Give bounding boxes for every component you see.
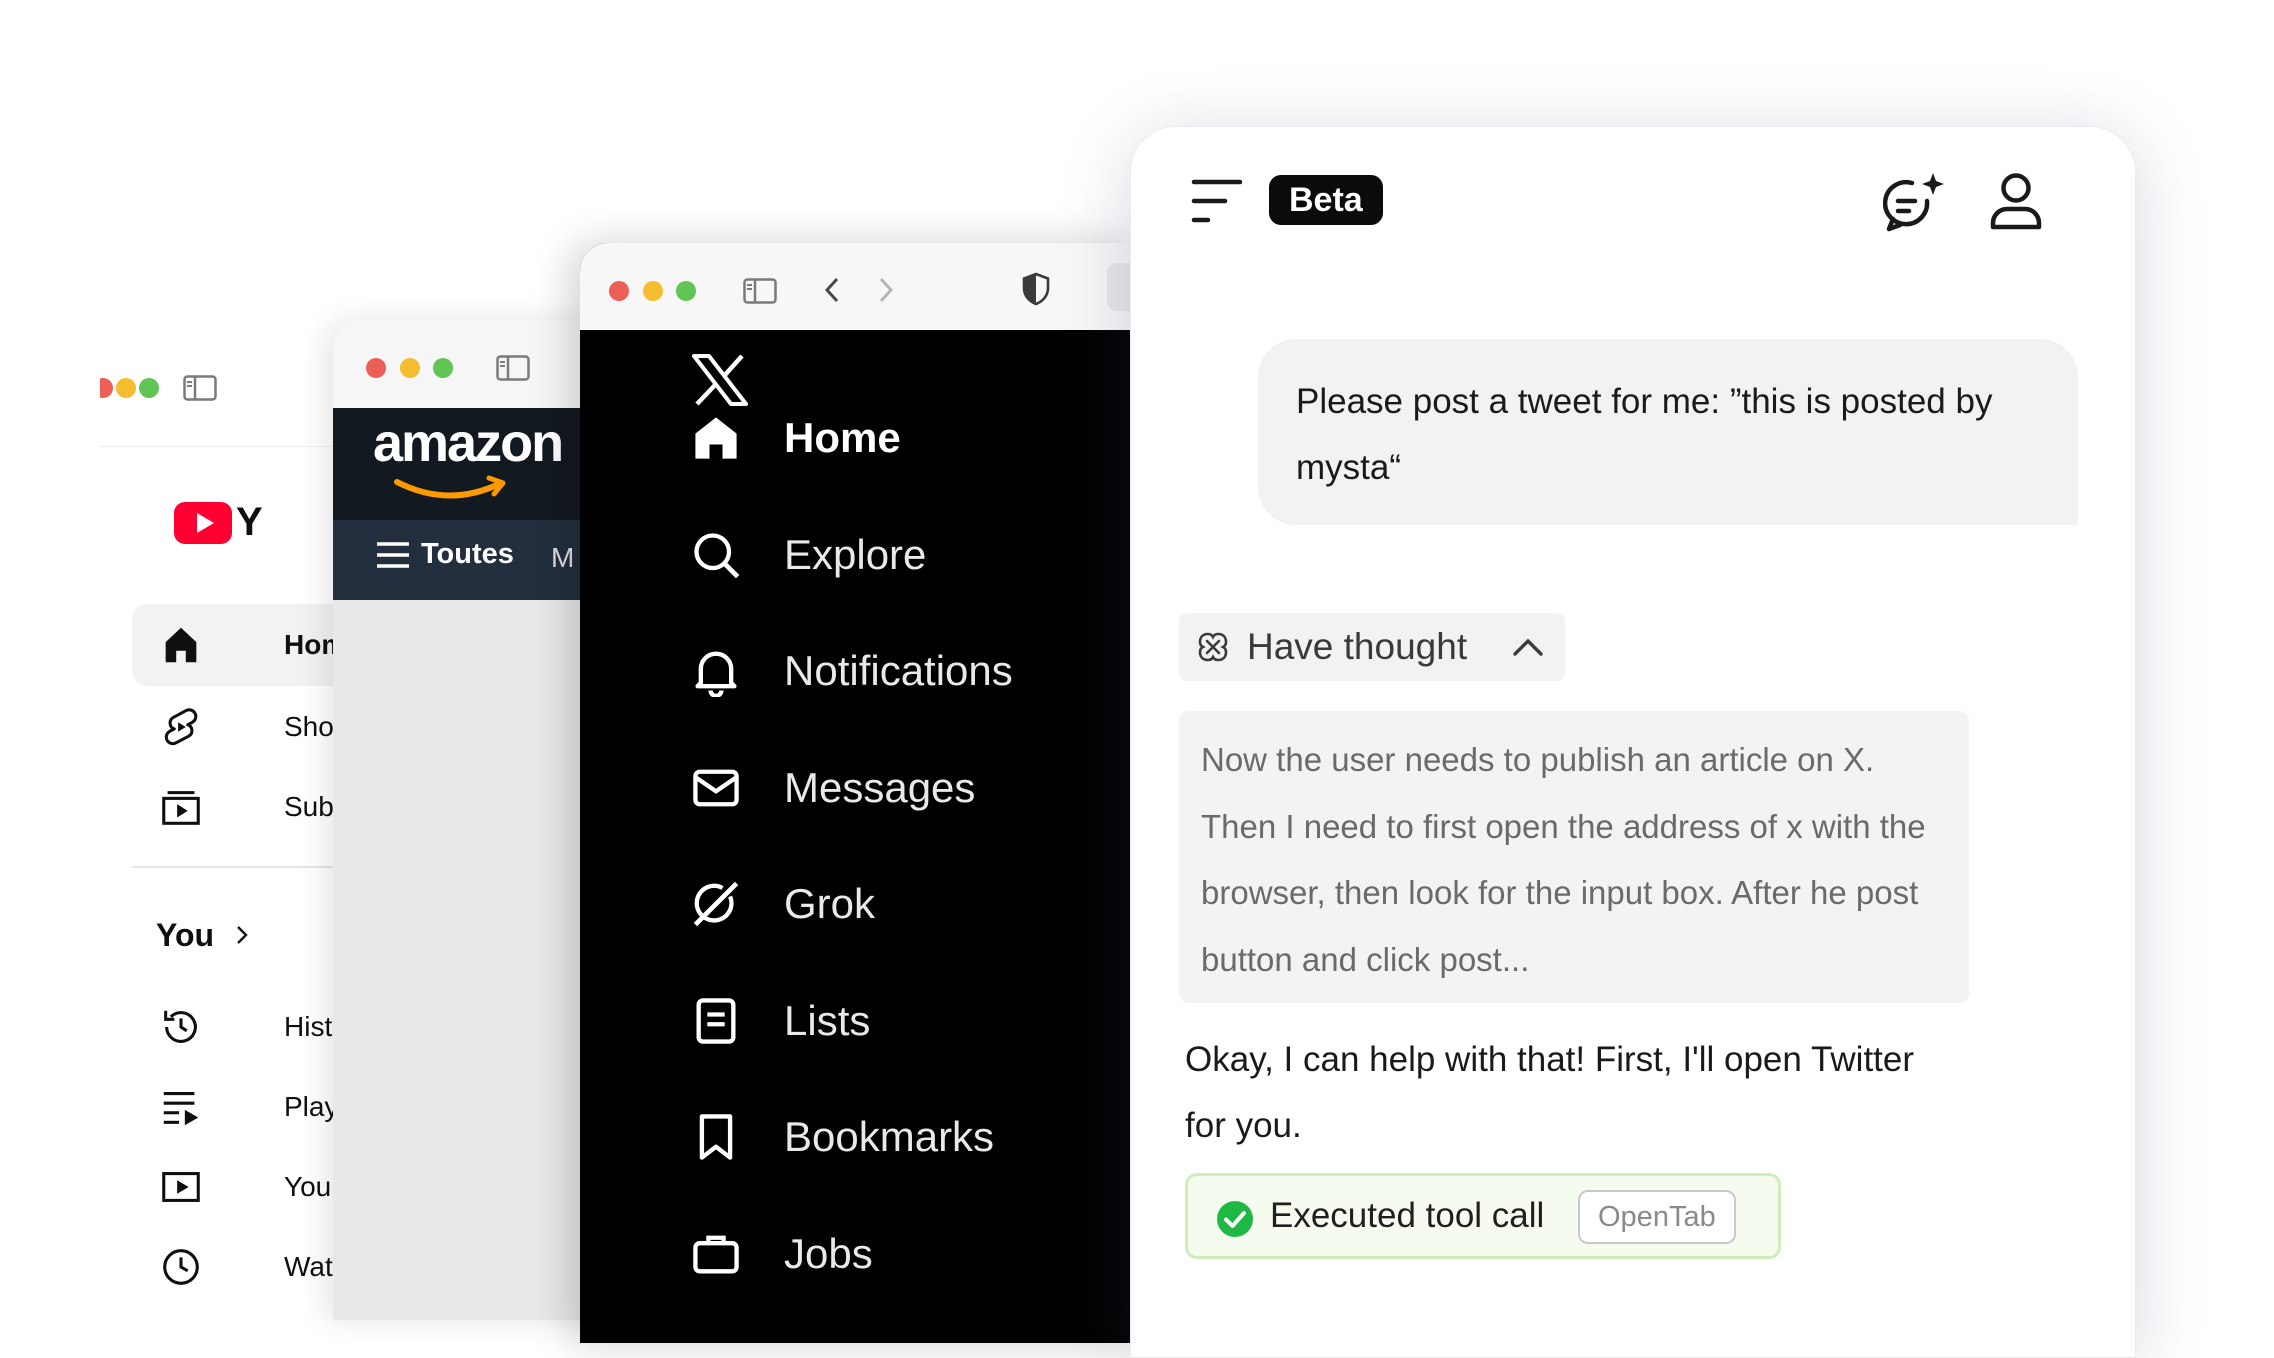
chevron-up-icon — [1513, 638, 1543, 656]
x-nav-label: Messages — [784, 764, 976, 811]
x-nav-messages[interactable]: Messages — [690, 753, 975, 823]
maximize-dot[interactable] — [433, 358, 453, 378]
thought-content: Now the user needs to publish an article… — [1179, 711, 1969, 1003]
minimize-dot[interactable] — [400, 358, 420, 378]
close-dot[interactable] — [100, 378, 113, 398]
hamburger-icon — [377, 541, 409, 568]
x-nav-label: Notifications — [784, 647, 1013, 694]
tool-name-chip: OpenTab — [1578, 1190, 1736, 1244]
list-icon — [696, 998, 736, 1044]
amazon-logo[interactable]: amazon — [373, 412, 564, 474]
user-profile-icon[interactable] — [1989, 171, 2043, 231]
yt-you-header[interactable]: You — [156, 910, 252, 960]
x-nav-bookmarks[interactable]: Bookmarks — [690, 1102, 994, 1172]
new-chat-icon[interactable] — [1883, 171, 1947, 233]
amazon-all-menu[interactable]: Toutes — [375, 538, 514, 571]
x-nav-home[interactable]: Home — [690, 403, 901, 473]
x-nav-label: Lists — [784, 997, 871, 1044]
grok-icon — [693, 881, 739, 927]
x-nav-jobs[interactable]: Jobs — [690, 1219, 873, 1289]
home-icon — [695, 417, 737, 459]
x-nav-label: Explore — [784, 531, 927, 578]
bookmark-icon — [699, 1114, 733, 1160]
x-nav-grok[interactable]: Grok — [690, 869, 875, 939]
tool-call-status[interactable]: Executed tool call OpenTab — [1185, 1173, 1781, 1259]
amazon-all-label: Toutes — [421, 538, 514, 570]
search-icon — [694, 533, 740, 579]
amazon-smile-icon — [394, 475, 506, 499]
have-thought-label: Have thought — [1247, 626, 1468, 667]
x-nav-label: Home — [784, 414, 901, 461]
menu-icon[interactable] — [1191, 177, 1243, 225]
thought-icon — [1198, 632, 1228, 662]
x-logo-icon[interactable] — [692, 354, 748, 406]
close-dot[interactable] — [609, 281, 629, 301]
amazon-next-link[interactable]: M — [551, 542, 574, 574]
back-icon[interactable] — [820, 273, 844, 307]
x-nav-notifications[interactable]: Notifications — [690, 636, 1013, 706]
your-videos-icon — [162, 1172, 200, 1202]
envelope-icon — [693, 769, 739, 807]
youtube-logo-icon[interactable] — [174, 502, 232, 544]
subscriptions-icon — [162, 791, 200, 825]
maximize-dot[interactable] — [139, 378, 159, 398]
minimize-dot[interactable] — [116, 378, 136, 398]
sidebar-toggle-icon[interactable] — [496, 355, 530, 381]
forward-icon[interactable] — [874, 273, 898, 307]
briefcase-icon — [693, 1235, 739, 1274]
sidebar-toggle-icon[interactable] — [743, 278, 777, 304]
sidebar-toggle-icon[interactable] — [183, 375, 217, 401]
youtube-wordmark: Y — [236, 500, 263, 544]
x-nav-explore[interactable]: Explore — [690, 520, 926, 590]
beta-badge: Beta — [1269, 175, 1383, 225]
watch-later-icon — [163, 1249, 199, 1285]
maximize-dot[interactable] — [676, 281, 696, 301]
shorts-icon — [164, 708, 198, 746]
mysta-panel: Beta Please post a tweet for me: ”this i… — [1130, 126, 2136, 1358]
assistant-reply: Okay, I can help with that! First, I'll … — [1185, 1040, 1915, 1145]
have-thought-toggle[interactable]: Have thought — [1179, 613, 1565, 681]
x-nav-label: Bookmarks — [784, 1113, 995, 1160]
history-icon — [164, 1010, 197, 1043]
yt-you-label: You — [156, 916, 215, 953]
check-circle-icon — [1217, 1201, 1253, 1237]
privacy-shield-icon[interactable] — [1021, 271, 1051, 307]
close-dot[interactable] — [366, 358, 386, 378]
x-titlebar — [580, 243, 1140, 330]
minimize-dot[interactable] — [643, 281, 663, 301]
x-nav-label: Grok — [784, 880, 876, 927]
x-nav-label: Jobs — [784, 1230, 873, 1277]
x-window: Home Explore Notifications Messages Grok… — [580, 243, 1140, 1343]
chevron-right-icon — [237, 926, 248, 944]
tool-call-label: Executed tool call — [1270, 1196, 1545, 1235]
user-message-bubble: Please post a tweet for me: ”this is pos… — [1258, 339, 2078, 525]
x-nav-lists[interactable]: Lists — [690, 986, 870, 1056]
bell-icon — [695, 651, 737, 697]
playlists-icon — [163, 1092, 199, 1126]
home-icon — [165, 627, 197, 663]
